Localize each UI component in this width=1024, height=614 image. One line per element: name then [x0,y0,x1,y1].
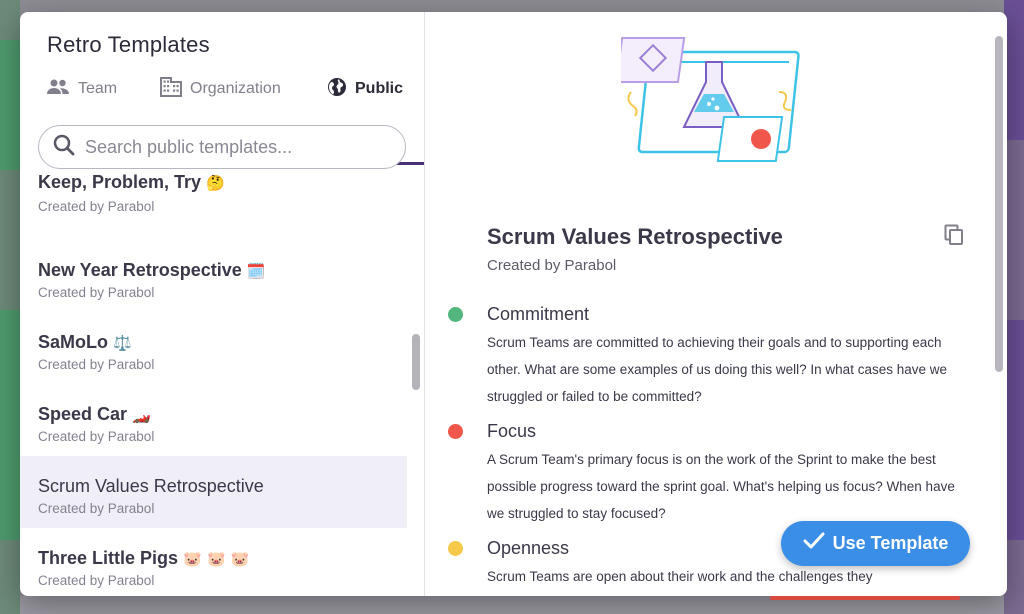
tab-team[interactable]: Team [46,70,117,108]
template-creator: Created by Parabol [38,199,155,214]
tab-public[interactable]: Public [327,70,403,108]
prompt-title: Commitment [487,304,590,324]
background-red-bar [770,596,960,600]
template-creator: Created by Parabol [38,357,155,372]
template-title: Three Little Pigs 🐷 🐷 🐷 [38,548,250,568]
flask-illustration [614,32,811,167]
copy-icon[interactable] [944,224,964,251]
list-item[interactable]: Three Little Pigs 🐷 🐷 🐷 Created by Parab… [20,528,407,596]
use-template-label: Use Template [832,533,949,553]
search-box [38,125,406,169]
template-list: Keep, Problem, Try 🤔 Created by Parabol … [20,168,407,596]
building-icon [160,76,190,102]
tab-team-label: Team [78,80,118,97]
template-list-pane: Retro Templates Team Organization Public [20,12,425,596]
prompt-title: Openness [487,538,570,558]
template-title: Keep, Problem, Try 🤔 [38,172,225,192]
retro-templates-modal: Retro Templates Team Organization Public [20,12,1007,596]
template-creator: Created by Parabol [38,573,155,588]
tab-organization[interactable]: Organization [160,70,281,108]
search-input[interactable] [85,136,375,158]
prompt-color-dot [448,307,463,322]
template-creator: Created by Parabol [38,429,155,444]
template-title: New Year Retrospective 🗓️ [38,260,266,280]
list-item[interactable]: New Year Retrospective 🗓️ Created by Par… [20,240,407,312]
prompt-description: Scrum Teams are committed to achieving t… [487,335,947,404]
search-icon [39,134,85,161]
tab-public-label: Public [355,80,404,97]
prompt-description: Scrum Teams are open about their work an… [487,569,873,584]
template-tabs: Team Organization Public [20,70,425,165]
prompt-title: Focus [487,421,537,441]
use-template-button[interactable]: Use Template [781,521,970,566]
template-creator: Created by Parabol [38,285,155,300]
prompt-color-dot [448,541,463,556]
list-item[interactable]: Speed Car 🏎️ Created by Parabol [20,384,407,456]
list-item-selected[interactable]: Scrum Values Retrospective Created by Pa… [20,456,407,528]
list-scrollbar-thumb[interactable] [412,334,420,390]
template-title: Scrum Values Retrospective [38,476,264,496]
list-item[interactable]: SaMoLo ⚖️ Created by Parabol [20,312,407,384]
detail-scrollbar-thumb[interactable] [995,36,1003,372]
prompt-description: A Scrum Team's primary focus is on the w… [487,452,955,521]
background-strip-right [1004,0,1024,614]
globe-icon [327,77,355,102]
template-detail-title: Scrum Values Retrospective [487,224,783,249]
check-icon [803,532,825,555]
template-detail-pane: Scrum Values Retrospective Created by Pa… [426,12,1007,596]
modal-title: Retro Templates [47,32,210,57]
template-title: Speed Car 🏎️ [38,404,151,424]
list-item[interactable]: Keep, Problem, Try 🤔 Created by Parabol [20,168,407,224]
template-title: SaMoLo ⚖️ [38,332,132,352]
background-strip-left [0,0,20,614]
prompt-color-dot [448,424,463,439]
template-detail-creator: Created by Parabol [487,257,617,274]
people-icon [46,79,78,100]
tab-organization-label: Organization [190,80,281,97]
template-creator: Created by Parabol [38,501,155,516]
